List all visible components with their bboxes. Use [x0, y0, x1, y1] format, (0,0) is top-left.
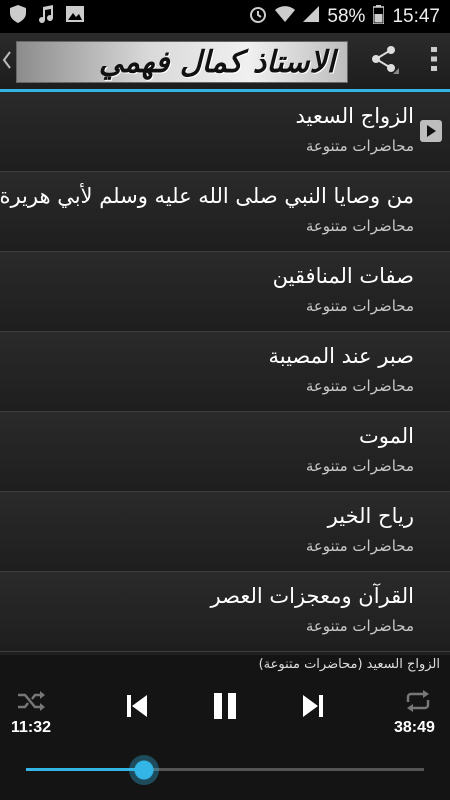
previous-button[interactable] — [122, 693, 152, 723]
pause-button[interactable] — [208, 691, 242, 725]
overflow-menu-icon — [431, 47, 437, 75]
media-player: الزواج السعيد (محاضرات متنوعة) 11:32 38:… — [0, 655, 450, 800]
item-title: الموت — [359, 424, 414, 448]
alarm-icon — [249, 5, 267, 28]
repeat-button[interactable] — [402, 689, 434, 717]
now-playing-icon — [420, 120, 442, 142]
elapsed-time: 11:32 — [11, 719, 52, 736]
status-bar: 58% 15:47 — [0, 0, 450, 33]
list-item[interactable]: الموت محاضرات متنوعة — [0, 412, 450, 492]
title-banner: الاستاذ كمال فهمي — [16, 41, 348, 83]
list-item[interactable]: الزواج السعيد محاضرات متنوعة — [0, 92, 450, 172]
item-title: الزواج السعيد — [295, 104, 414, 128]
item-subtitle: محاضرات متنوعة — [305, 457, 414, 475]
item-title: القرآن ومعجزات العصر — [210, 584, 414, 608]
list-item[interactable]: رياح الخير محاضرات متنوعة — [0, 492, 450, 572]
share-button[interactable] — [360, 41, 408, 81]
list-item[interactable]: صبر عند المصيبة محاضرات متنوعة — [0, 332, 450, 412]
repeat-icon — [405, 690, 431, 716]
back-arrow-icon[interactable] — [2, 49, 12, 71]
next-button[interactable] — [298, 693, 328, 723]
total-duration: 38:49 — [394, 719, 435, 736]
clock: 15:47 — [392, 5, 440, 27]
item-subtitle: محاضرات متنوعة — [305, 137, 414, 155]
battery-icon — [372, 4, 386, 29]
item-title: رياح الخير — [327, 504, 414, 528]
shield-icon — [10, 5, 26, 28]
item-subtitle: محاضرات متنوعة — [305, 537, 414, 555]
shuffle-button[interactable] — [16, 689, 48, 717]
item-title: صبر عند المصيبة — [268, 344, 414, 368]
pause-icon — [214, 693, 236, 723]
share-icon — [369, 44, 399, 78]
lecture-list[interactable]: الزواج السعيد محاضرات متنوعة من وصايا ال… — [0, 92, 450, 655]
wifi-icon — [275, 6, 296, 27]
seek-bar[interactable] — [26, 755, 424, 785]
app-title: الاستاذ كمال فهمي — [98, 44, 335, 80]
music-note-icon — [38, 5, 54, 28]
item-subtitle: محاضرات متنوعة — [305, 617, 414, 635]
list-item[interactable]: القرآن ومعجزات العصر محاضرات متنوعة — [0, 572, 450, 652]
item-subtitle: محاضرات متنوعة — [305, 297, 414, 315]
seek-thumb[interactable] — [129, 755, 160, 785]
seek-progress — [26, 768, 145, 771]
item-subtitle: محاضرات متنوعة — [305, 377, 414, 395]
list-item[interactable]: من وصايا النبي صلى الله عليه وسلم لأبي ه… — [0, 172, 450, 252]
signal-icon — [303, 6, 320, 27]
shuffle-icon — [18, 690, 46, 716]
action-bar: الاستاذ كمال فهمي — [0, 33, 450, 89]
overflow-menu-button[interactable] — [418, 41, 450, 81]
previous-icon — [127, 695, 147, 721]
battery-percent: 58% — [327, 5, 366, 27]
next-icon — [303, 695, 323, 721]
item-title: من وصايا النبي صلى الله عليه وسلم لأبي ه… — [0, 184, 414, 208]
now-playing-label: الزواج السعيد (محاضرات متنوعة) — [258, 657, 440, 672]
image-icon — [66, 6, 84, 27]
item-title: صفات المنافقين — [272, 264, 414, 288]
list-item[interactable]: صفات المنافقين محاضرات متنوعة — [0, 252, 450, 332]
item-subtitle: محاضرات متنوعة — [305, 217, 414, 235]
